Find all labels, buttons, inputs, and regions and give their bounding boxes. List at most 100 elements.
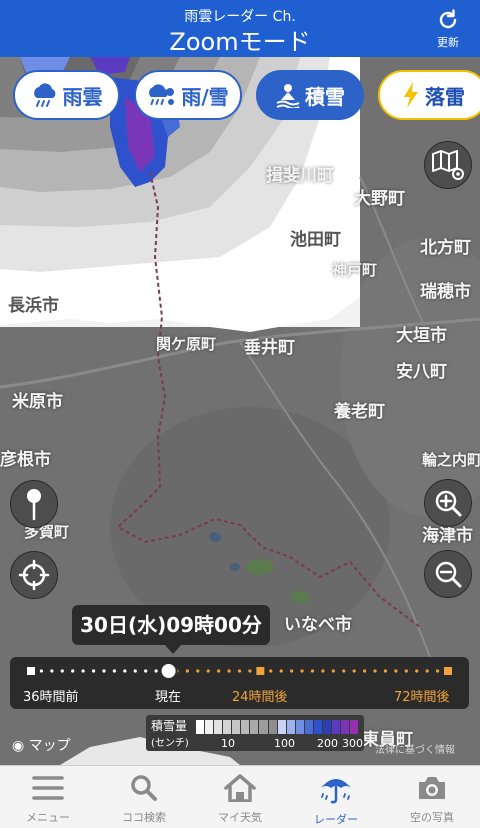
timeline-dot [102,669,106,673]
legend-swatch [196,720,206,734]
timeline-dot [227,669,231,673]
legend-swatch [277,720,287,734]
place-label: 池田町 [290,230,341,250]
tab-my-weather-label: マイ天気 [218,811,262,824]
mode-rain-snow-button[interactable]: 雨/雪 [134,70,242,120]
timeline-dot [196,669,200,673]
legal-link[interactable]: 法律に基づく情報 [375,741,455,756]
timeline-dot [237,669,242,673]
timeline-dot [269,669,273,673]
timeline-dot [342,669,346,673]
legend-color-bar [196,720,360,734]
legend-swatch [268,720,278,734]
apple-logo-icon: ◉ [12,738,25,754]
refresh-label: 更新 [437,36,459,49]
timeline-dot [331,669,335,673]
timeline-dot [352,669,356,673]
legend-swatch [341,720,351,734]
timeline-knob[interactable] [159,662,178,680]
timeline-dot [425,669,429,673]
zoom-in-icon [435,490,462,517]
current-location-button[interactable] [10,551,58,599]
timeline-dot [60,669,64,673]
timeline-label-past: 36時間前 [23,690,79,705]
mode-snow-depth-button[interactable]: 積雪 [256,70,364,120]
lightning-icon [404,82,418,108]
legend-swatch [205,720,215,734]
timeline-dot [50,669,54,673]
legend-swatch [214,720,224,734]
legend-swatch [304,720,314,734]
timeline-end-marker [444,667,452,675]
legend-swatch [286,720,296,734]
place-label: 長浜市 [8,296,59,316]
timeline-dot [81,669,85,673]
legend-swatch [322,720,332,734]
timeline-dot [91,669,96,673]
legend-unit: (センチ) [151,738,189,749]
timeline-dot [71,669,75,673]
tab-search-label: ココ検索 [122,811,166,824]
legend-tick: 300 [342,737,363,750]
timeline-start-marker [27,667,35,675]
legend-swatch [259,720,269,734]
app-header: 雨雲レーダー Ch. Zoomモード 更新 [0,0,480,57]
umbrella-icon [321,779,351,804]
place-label: 神戸町 [332,261,378,279]
map-settings-button[interactable] [424,141,472,189]
camera-icon [419,777,445,799]
timeline-dot [404,669,408,673]
mode-rain-snow-label: 雨/雪 [181,84,229,109]
legend-swatch [295,720,305,734]
tab-my-weather[interactable]: マイ天気 [192,766,288,828]
zoom-in-button[interactable] [424,479,472,527]
place-label: 安八町 [396,362,447,382]
map-gear-icon [432,150,464,180]
legend-swatch [232,720,242,734]
timeline-dot [39,669,44,673]
mode-lightning-label: 落雷 [425,84,465,109]
place-label: 米原市 [12,392,63,412]
rain-snow-icon [149,84,175,105]
tab-radar-label: レーダー [314,813,358,826]
tab-sky-photo[interactable]: 空の写真 [384,766,480,828]
snow-depth-legend: 積雪量 (センチ) 10 100 200 300 [146,715,364,751]
legend-swatch [350,720,360,734]
timeline-dot [383,669,388,673]
place-label: 大野町 [354,189,405,209]
timeline-dot [217,669,221,673]
zoom-out-button[interactable] [424,550,472,598]
timeline-dot [185,669,189,673]
tab-radar[interactable]: レーダー [288,766,384,828]
timeline-dot [279,669,283,673]
timeline-label-now: 現在 [155,690,182,705]
timeline-dot [206,669,210,673]
page-title: Zoomモード [169,28,311,56]
timeline-label-24h: 24時間後 [232,690,288,705]
zoom-out-icon [435,561,462,588]
tab-menu[interactable]: メニュー [0,766,96,828]
timeline-label-72h: 72時間後 [394,690,450,705]
tab-search[interactable]: ココ検索 [96,766,192,828]
place-label: 北方町 [420,238,471,258]
place-label: 垂井町 [244,338,295,358]
timeline-dot [373,669,377,673]
place-label: 瑞穂市 [420,282,471,302]
pin-location-button[interactable] [10,480,58,528]
legend-swatch [241,720,251,734]
place-label: いなべ市 [284,615,352,635]
mode-rain-cloud-button[interactable]: 雨雲 [13,70,120,120]
timeline-24h-marker [256,667,265,675]
mode-lightning-button[interactable]: 落雷 [378,70,480,120]
timeline-slider[interactable]: 36時間前 現在 24時間後 72時間後 [10,657,469,709]
mode-rain-cloud-label: 雨雲 [62,84,103,109]
timeline-track [27,662,452,680]
legend-tick: 200 [317,737,338,750]
place-label: 揖斐川町 [266,166,334,186]
tab-sky-photo-label: 空の写真 [410,811,454,824]
radar-map[interactable]: 揖斐川町 大野町 池田町 北方町 神戸町 瑞穂市 長浜市 関ケ原町 垂井町 大垣… [0,57,480,765]
home-icon [224,774,256,803]
rain-cloud-icon [33,83,55,107]
timeline-dot [248,669,252,673]
refresh-button[interactable]: 更新 [428,8,468,52]
